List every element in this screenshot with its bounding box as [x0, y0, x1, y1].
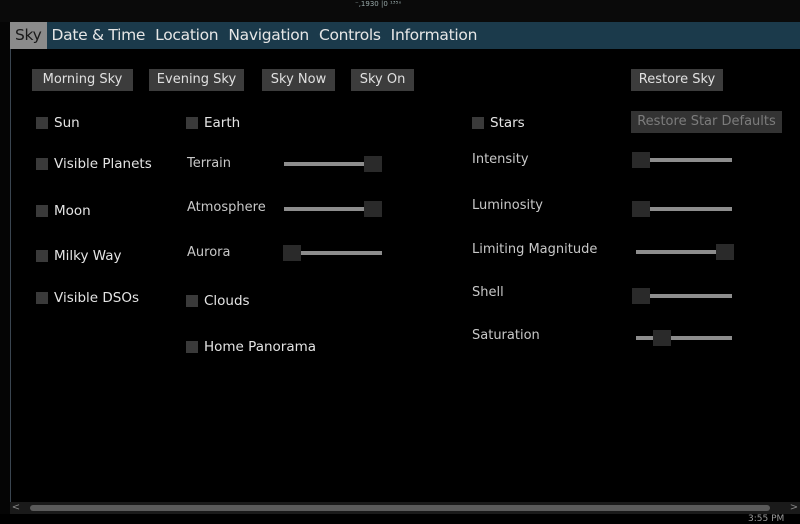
atmosphere-label: Atmosphere [187, 200, 266, 215]
checkbox-box[interactable] [186, 117, 198, 129]
sun-label: Sun [54, 115, 80, 131]
slider-thumb[interactable] [631, 152, 650, 168]
slider-track[interactable] [636, 158, 732, 162]
aurora-slider[interactable] [282, 245, 382, 261]
tab-information[interactable]: Information [386, 22, 482, 49]
saturation-label: Saturation [472, 328, 540, 343]
sky-now-button[interactable]: Sky Now [262, 69, 335, 91]
slider-track[interactable] [636, 336, 732, 340]
luminosity-slider[interactable] [631, 201, 732, 217]
slider-thumb[interactable] [364, 156, 383, 172]
atmosphere-slider[interactable] [284, 201, 383, 217]
visible-dsos-checkbox[interactable]: Visible DSOs [36, 289, 139, 307]
saturation-slider[interactable] [636, 330, 732, 346]
sky-on-button[interactable]: Sky On [351, 69, 414, 91]
tab-date-time[interactable]: Date & Time [47, 22, 151, 49]
checkbox-box[interactable] [472, 117, 484, 129]
slider-thumb[interactable] [282, 245, 301, 261]
scroll-left-arrow-icon[interactable]: < [10, 502, 22, 514]
intensity-label: Intensity [472, 152, 529, 167]
visible-planets-label: Visible Planets [54, 156, 152, 172]
left-edge [0, 22, 10, 514]
tab-bar: Sky Date & Time Location Navigation Cont… [10, 22, 800, 49]
slider-thumb[interactable] [631, 201, 650, 217]
checkbox-box[interactable] [36, 158, 48, 170]
horizontal-scrollbar[interactable]: < > [10, 502, 800, 514]
visible-planets-checkbox[interactable]: Visible Planets [36, 155, 152, 173]
scrollbar-thumb[interactable] [30, 505, 770, 511]
home-panorama-label: Home Panorama [204, 339, 317, 355]
tab-location[interactable]: Location [150, 22, 223, 49]
checkbox-box[interactable] [36, 292, 48, 304]
home-panorama-checkbox[interactable]: Home Panorama [186, 338, 316, 356]
terrain-label: Terrain [187, 156, 232, 171]
slider-thumb[interactable] [631, 288, 650, 304]
restore-star-defaults-button[interactable]: Restore Star Defaults [631, 111, 782, 133]
window-top-strip: ⁻,1930 |0 ¹³⁵ˣ [0, 0, 800, 22]
terrain-slider[interactable] [284, 156, 383, 172]
intensity-slider[interactable] [631, 152, 732, 168]
slider-thumb[interactable] [652, 330, 671, 346]
clouds-checkbox[interactable]: Clouds [186, 292, 250, 310]
checkbox-box[interactable] [186, 295, 198, 307]
scroll-right-arrow-icon[interactable]: > [788, 502, 800, 514]
shell-slider[interactable] [631, 288, 732, 304]
limiting-magnitude-label: Limiting Magnitude [472, 242, 598, 257]
checkbox-box[interactable] [36, 250, 48, 262]
tab-sky[interactable]: Sky [10, 22, 47, 49]
shell-label: Shell [472, 285, 504, 300]
earth-label: Earth [204, 115, 241, 131]
slider-track[interactable] [636, 207, 732, 211]
milky-way-label: Milky Way [54, 248, 122, 264]
slider-track[interactable] [636, 294, 732, 298]
moon-label: Moon [54, 203, 91, 219]
sky-settings-panel [10, 22, 800, 514]
tab-navigation[interactable]: Navigation [223, 22, 314, 49]
top-coordinate-readout: ⁻,1930 |0 ¹³⁵ˣ [355, 0, 402, 8]
checkbox-box[interactable] [186, 341, 198, 353]
aurora-label: Aurora [187, 245, 231, 260]
slider-thumb[interactable] [364, 201, 383, 217]
evening-sky-button[interactable]: Evening Sky [149, 69, 244, 91]
milky-way-checkbox[interactable]: Milky Way [36, 247, 122, 265]
luminosity-label: Luminosity [472, 198, 543, 213]
tab-controls[interactable]: Controls [314, 22, 386, 49]
moon-checkbox[interactable]: Moon [36, 202, 91, 220]
stars-checkbox[interactable]: Stars [472, 114, 525, 132]
taskbar-clock: 3:55 PM [748, 514, 785, 524]
morning-sky-button[interactable]: Morning Sky [32, 69, 133, 91]
clouds-label: Clouds [204, 293, 250, 309]
stars-label: Stars [490, 115, 525, 131]
sun-checkbox[interactable]: Sun [36, 114, 80, 132]
earth-checkbox[interactable]: Earth [186, 114, 240, 132]
checkbox-box[interactable] [36, 117, 48, 129]
checkbox-box[interactable] [36, 205, 48, 217]
slider-thumb[interactable] [716, 244, 735, 260]
visible-dsos-label: Visible DSOs [54, 290, 140, 306]
restore-sky-button[interactable]: Restore Sky [631, 69, 723, 91]
limiting-magnitude-slider[interactable] [636, 244, 735, 260]
